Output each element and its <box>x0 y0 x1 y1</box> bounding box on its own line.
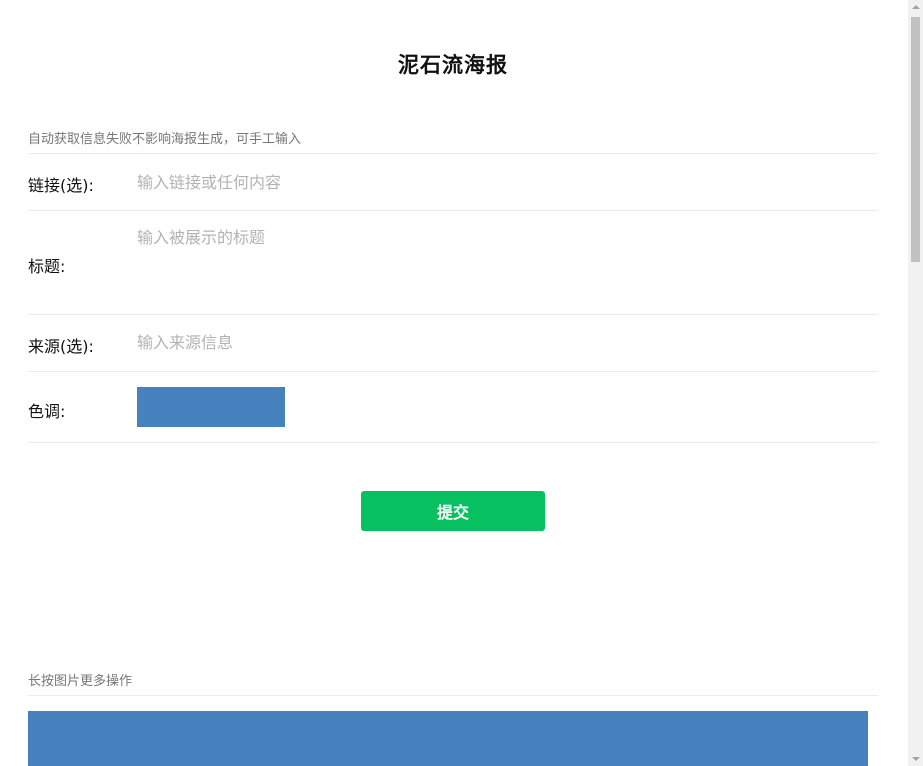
link-input[interactable] <box>137 171 837 193</box>
preview-hint: 长按图片更多操作 <box>28 674 133 689</box>
poster-preview-image[interactable] <box>28 711 868 766</box>
form-hint: 自动获取信息失败不影响海报生成，可手工输入 <box>28 132 302 147</box>
headline-label: 标题: <box>28 257 66 276</box>
page-title: 泥石流海报 <box>398 53 508 77</box>
tone-label: 色调: <box>28 402 66 421</box>
scroll-up-arrow-icon[interactable] <box>912 5 920 9</box>
source-label: 来源(选): <box>28 337 94 356</box>
link-label: 链接(选): <box>28 176 94 195</box>
divider <box>28 153 878 154</box>
color-picker-swatch[interactable] <box>137 387 285 427</box>
scrollbar-thumb[interactable] <box>911 17 920 262</box>
divider <box>28 371 878 372</box>
headline-textarea[interactable] <box>137 227 837 297</box>
page-viewport: 泥石流海报 自动获取信息失败不影响海报生成，可手工输入 链接(选): 标题: 来… <box>0 0 923 766</box>
vertical-scrollbar[interactable] <box>908 0 923 766</box>
divider <box>28 442 878 443</box>
divider <box>28 314 878 315</box>
divider <box>28 695 878 696</box>
source-input[interactable] <box>137 331 837 353</box>
scroll-down-arrow-icon[interactable] <box>912 757 920 761</box>
divider <box>28 210 878 211</box>
submit-button[interactable]: 提交 <box>361 491 545 531</box>
